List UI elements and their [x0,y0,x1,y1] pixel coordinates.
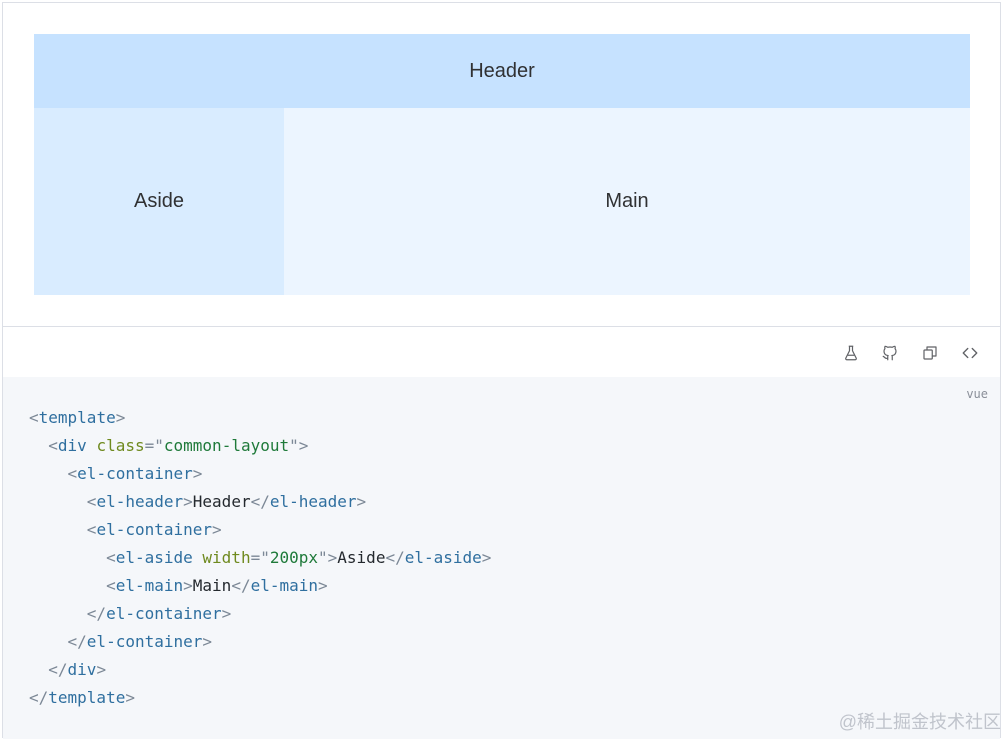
code-token-punc: > [96,660,107,679]
code-line: <el-container> [29,460,491,488]
code-token-punc: </ [231,576,251,595]
code-token-tag: el-header [269,492,357,511]
code-token-punc: > [202,632,213,651]
demo-toolbar [3,327,1000,377]
code-token-punc: </ [250,492,270,511]
main-label: Main [605,190,649,212]
code-line: </el-container> [29,600,491,628]
code-line: </template> [29,684,491,712]
code-line: </div> [29,656,491,684]
code-token-tag: template [38,408,116,427]
code-token-punc: > [192,464,203,483]
code-token-punc: < [29,408,39,427]
code-token-punc: < [67,464,78,483]
code-token-punc: > [221,604,232,623]
layout-main: Main [284,108,970,295]
code-token-punc: </ [67,632,87,651]
code-line: <el-aside width="200px">Aside</el-aside> [29,544,491,572]
github-icon [882,345,897,361]
code-line: <template> [29,404,491,432]
code-line: <el-header>Header</el-header> [29,488,491,516]
code-token-punc: "> [289,436,309,455]
code-token-tag: el-aside [115,548,193,567]
code-line: <el-main>Main</el-main> [29,572,491,600]
code-token-tag: el-main [250,576,319,595]
code-token-punc: > [356,492,367,511]
demo-card: Header Aside Main vue <template> <div cl… [2,2,1001,739]
code-token-tag: el-header [96,492,184,511]
watermark-text: @稀土掘金技术社区 [838,712,1001,732]
code-line: <div class="common-layout"> [29,432,491,460]
code-token-punc: > [115,408,126,427]
code-token-text: Aside [337,548,386,567]
code-token-punc: > [318,576,328,595]
copy-icon [923,346,937,360]
layout-aside: Aside [34,108,284,295]
code-token-str: 200px [269,548,319,567]
code-token-punc: > [183,492,193,511]
code-token-tag: el-container [96,520,213,539]
code-token-text: Main [192,576,232,595]
github-button[interactable] [880,343,900,363]
code-token-punc: < [86,492,97,511]
code-token-punc: > [183,576,193,595]
demo-preview: Header Aside Main [3,3,1000,327]
code-token-punc: < [48,436,58,455]
code-token-punc: < [86,520,97,539]
header-label: Header [469,59,535,82]
code-token-punc: </ [86,604,107,623]
code-language-label: vue [966,387,988,401]
view-source-icon [962,347,978,359]
code-token-tag: el-container [77,464,193,483]
code-token-str: common-layout [163,436,290,455]
code-token-punc: < [106,548,116,567]
code-line: <el-container> [29,516,491,544]
code-token-punc: > [212,520,222,539]
code-token-punc: =" [144,436,164,455]
code-token-tag: el-container [86,632,203,651]
code-token-punc: < [106,576,116,595]
code-token-tag: el-aside [404,548,482,567]
code-token-punc: > [125,688,135,707]
code-token-tag: el-main [115,576,184,595]
code-token-attr: class [96,436,145,455]
view-source-button[interactable] [960,343,980,363]
code-line: </el-container> [29,628,491,656]
code-token-tag: div [57,436,87,455]
code-token-attr: width [202,548,251,567]
code-token-text: Header [192,492,251,511]
aside-label: Aside [133,190,185,212]
code-token-tag: template [48,688,126,707]
code-token-tag: div [67,660,97,679]
layout-header: Header [34,34,970,108]
code-token-punc: </ [29,688,49,707]
copy-code-button[interactable] [920,343,940,363]
code-token-punc: </ [48,660,68,679]
code-token-punc: </ [385,548,405,567]
code-token-punc: > [481,548,492,567]
code-content: <template> <div class="common-layout"> <… [29,404,491,712]
playground-flask-icon [845,345,857,361]
code-token-tag: el-container [106,604,222,623]
code-block: vue <template> <div class="common-layout… [3,377,1000,739]
code-token-punc: "> [318,548,338,567]
code-token-punc: =" [250,548,270,567]
playground-button[interactable] [841,343,861,363]
